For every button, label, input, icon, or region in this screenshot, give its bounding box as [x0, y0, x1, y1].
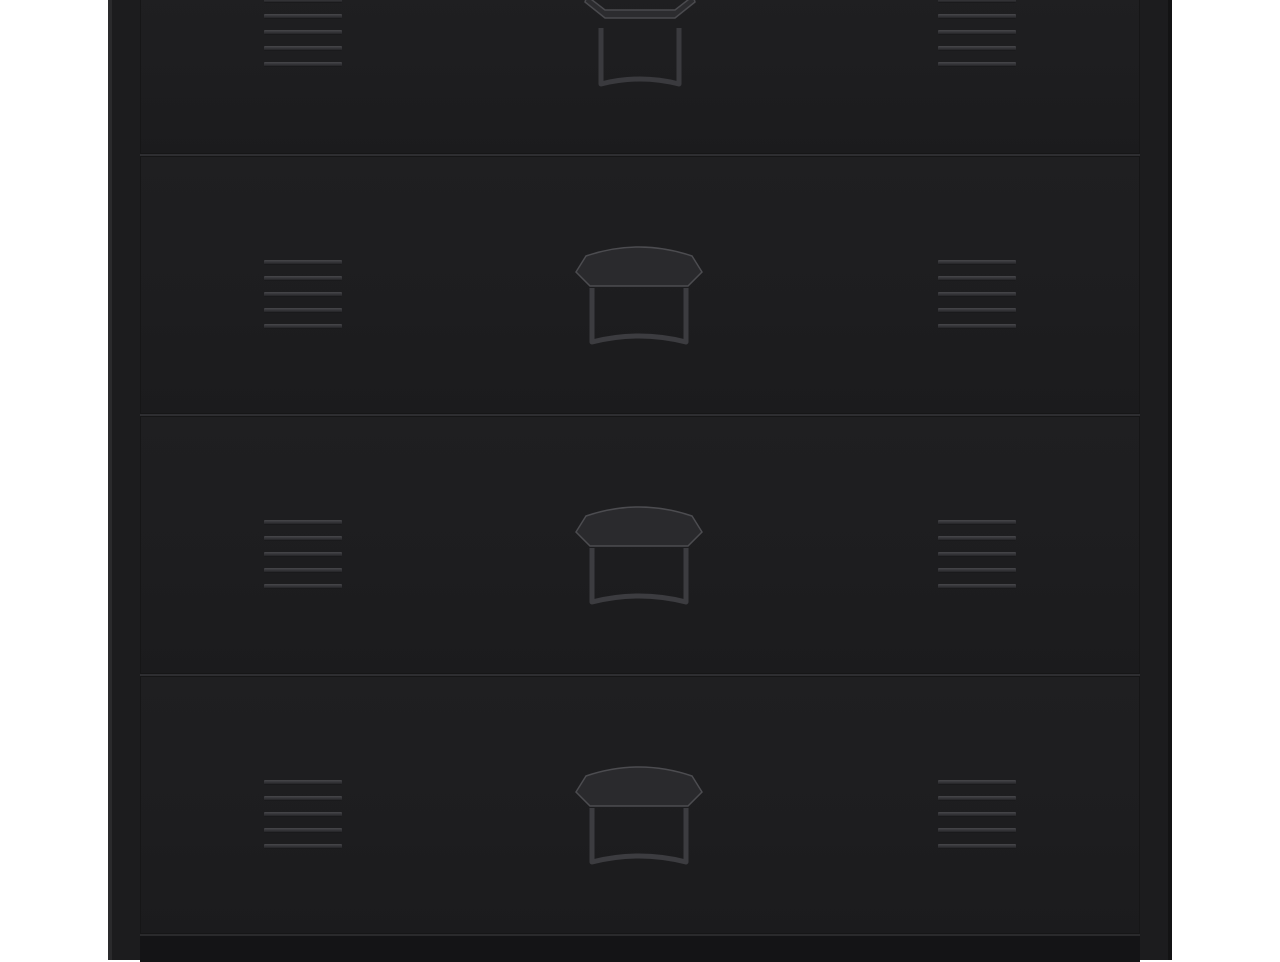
- drawer-2[interactable]: [140, 154, 1140, 416]
- drawer-4[interactable]: [140, 674, 1140, 936]
- cabinet-frame: [108, 0, 1172, 962]
- drawer-pull-handle[interactable]: [574, 762, 704, 882]
- drawer-1[interactable]: [140, 0, 1140, 156]
- drawer-pull-handle[interactable]: [574, 242, 704, 362]
- drawer-3[interactable]: [140, 414, 1140, 676]
- drawer-pull-handle[interactable]: [575, 0, 705, 104]
- cabinet-base: [140, 934, 1140, 962]
- drawer-pull-handle[interactable]: [574, 502, 704, 622]
